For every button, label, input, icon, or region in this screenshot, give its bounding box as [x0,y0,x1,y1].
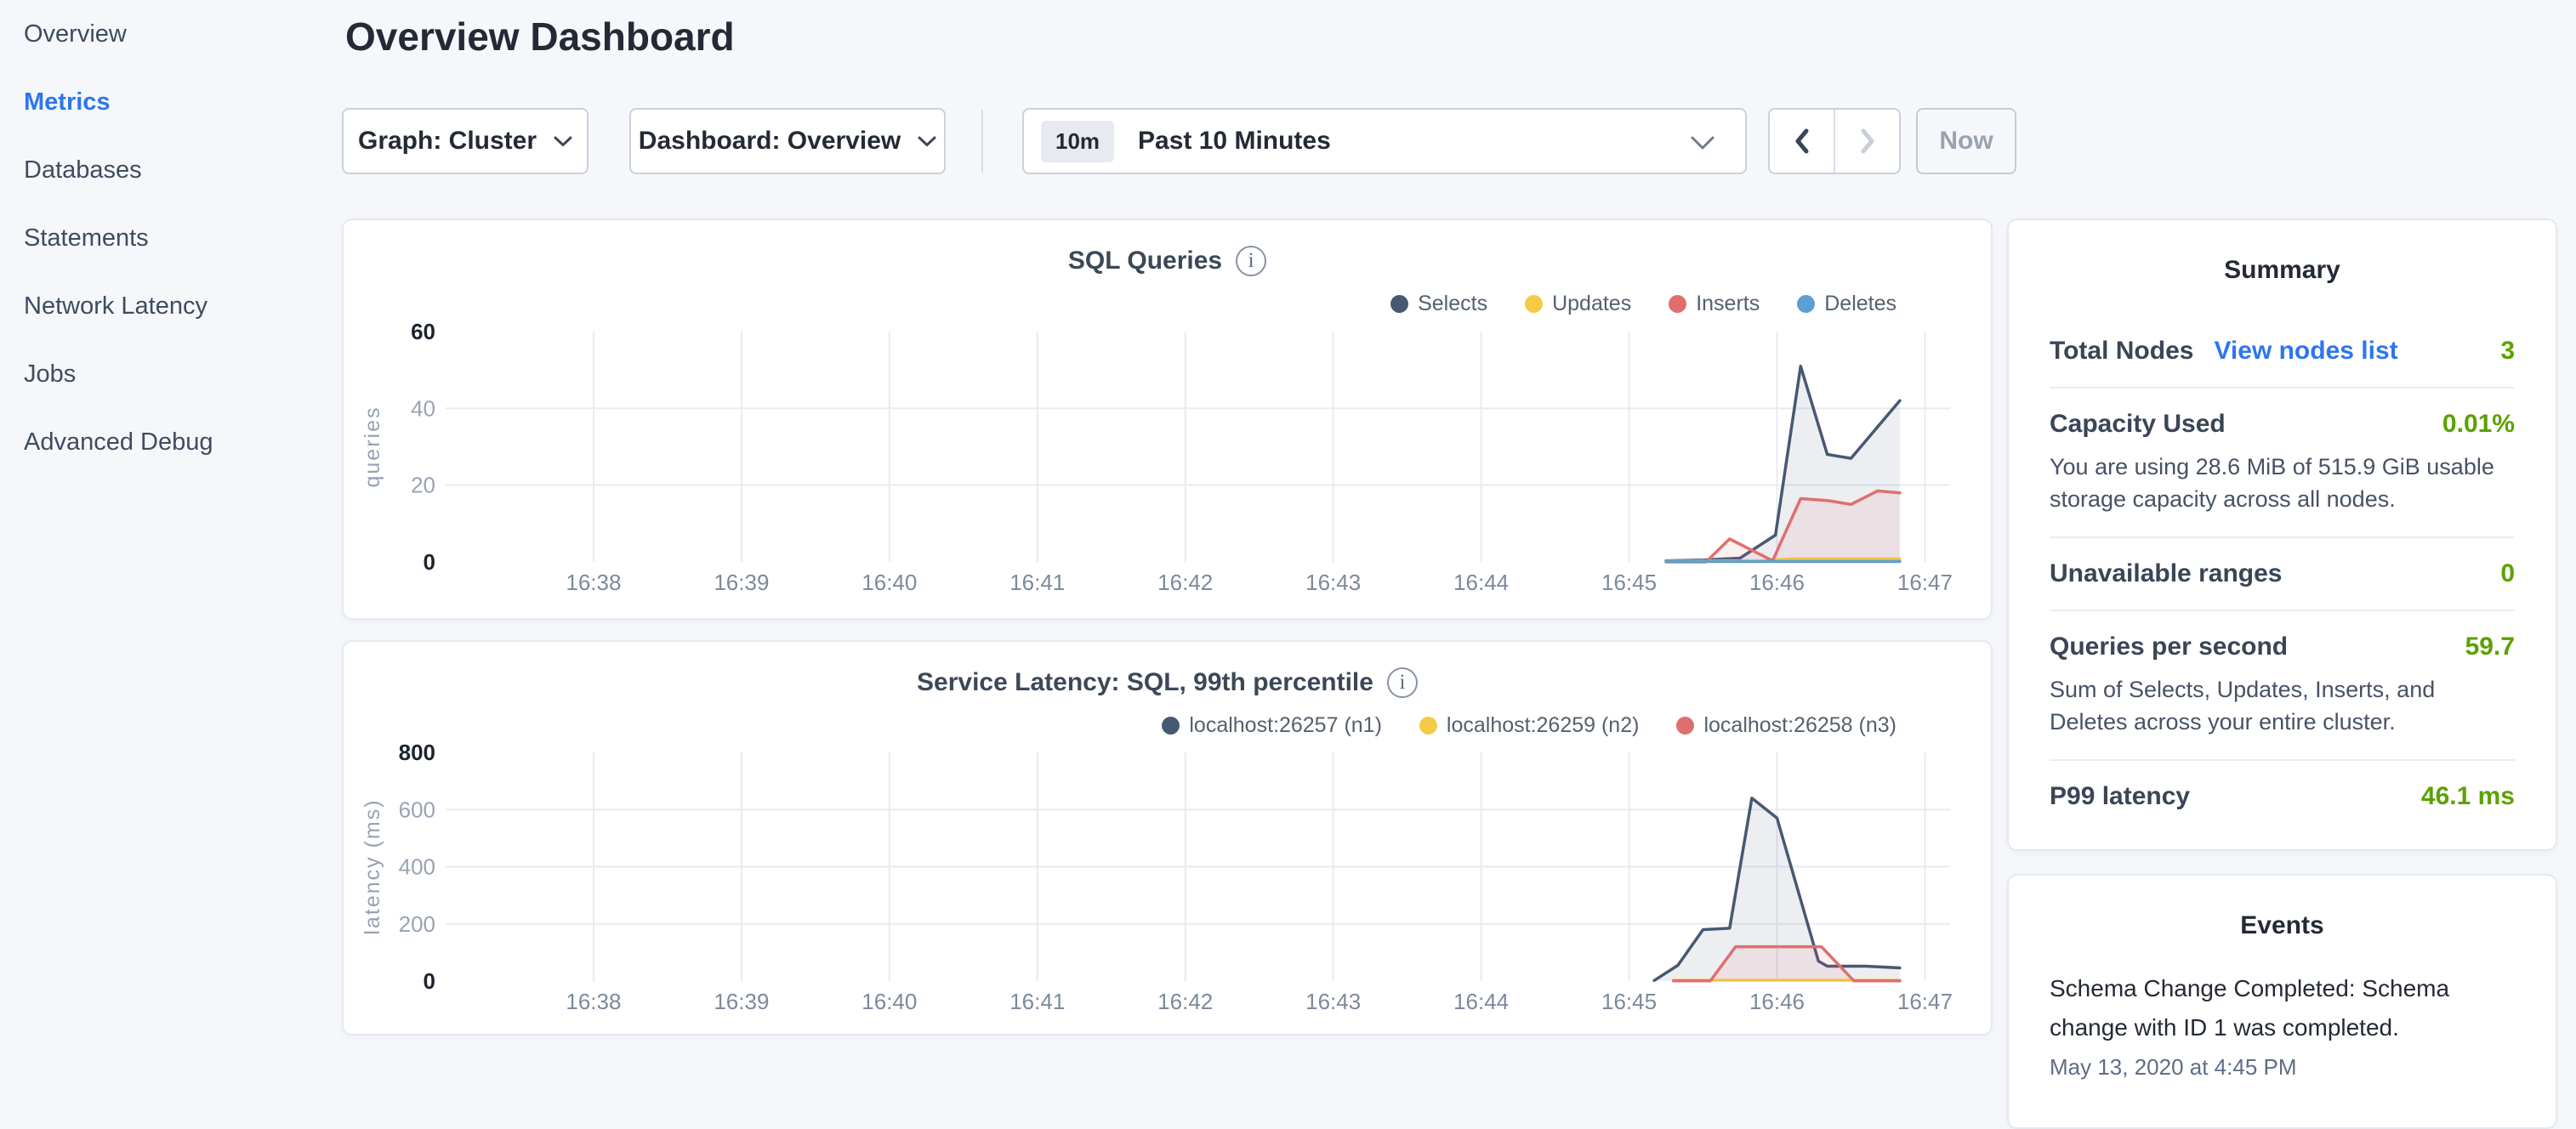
sidebar-item-jobs[interactable]: Jobs [0,340,340,408]
summary-row-p99-latency: P99 latency 46.1 ms [2050,761,2515,832]
svg-text:400: 400 [399,854,435,880]
summary-stat-value: 46.1 ms [2421,782,2515,811]
graph-dropdown-label: Graph: Cluster [358,127,537,156]
summary-stat-label: Total Nodes [2050,337,2193,366]
svg-text:queries: queries [361,406,384,488]
svg-text:20: 20 [411,473,435,498]
summary-row-unavailable-ranges: Unavailable ranges 0 [2050,538,2515,611]
graph-dropdown[interactable]: Graph: Cluster [342,108,589,174]
sidebar-item-metrics[interactable]: Metrics [0,68,340,136]
svg-text:16:38: 16:38 [566,570,621,595]
svg-text:0: 0 [424,549,435,575]
svg-text:16:42: 16:42 [1157,989,1213,1014]
time-range-label: Past 10 Minutes [1138,127,1331,156]
svg-text:16:45: 16:45 [1601,570,1657,595]
main-content: Overview Dashboard Graph: Cluster Dashbo… [342,0,1993,1051]
svg-text:40: 40 [411,395,435,421]
summary-row-total-nodes: Total Nodes View nodes list 3 [2050,315,2515,389]
svg-text:16:38: 16:38 [566,989,621,1014]
summary-stat-label: Unavailable ranges [2050,559,2282,588]
svg-text:16:40: 16:40 [862,570,917,595]
sidebar-item-network-latency[interactable]: Network Latency [0,272,340,340]
event-timestamp: May 13, 2020 at 4:45 PM [2050,1054,2515,1081]
sidebar-nav: OverviewMetricsDatabasesStatementsNetwor… [0,0,340,476]
events-list: Schema Change Completed: Schema change w… [2050,969,2515,1081]
toolbar: Graph: Cluster Dashboard: Overview 10m P… [342,108,1993,176]
events-title: Events [2050,911,2515,940]
summary-stat-value: 59.7 [2465,633,2515,661]
events-panel: Events Schema Change Completed: Schema c… [2007,874,2557,1129]
summary-row-queries-per-second: Queries per second 59.7 Sum of Selects, Up… [2050,611,2515,761]
svg-text:16:46: 16:46 [1749,989,1805,1014]
toolbar-divider [981,110,983,173]
chart-plot-svg: 16:38 16:39 16:40 16:41 16:42 16:43 16:44 16:45… [344,220,1994,621]
sidebar-item-overview[interactable]: Overview [0,0,340,68]
svg-text:16:43: 16:43 [1305,570,1361,595]
next-time-button[interactable] [1835,110,1899,173]
overview-dashboard-page: { "header": { "title": "Overview Dashboa… [0,0,2576,1051]
summary-row-line: Capacity Used 0.01% [2050,410,2515,439]
svg-text:16:40: 16:40 [862,989,917,1014]
summary-stat-value: 0 [2500,559,2515,588]
summary-stat-subtext: You are using 28.6 MiB of 515.9 GiB usab… [2050,451,2515,515]
chevron-down-icon [1691,136,1714,150]
time-range-selector[interactable]: 10m Past 10 Minutes [1022,108,1747,174]
svg-text:800: 800 [399,740,435,765]
svg-text:200: 200 [399,911,435,937]
summary-stat-label: Capacity Used [2050,410,2226,439]
sql-queries-chart-card: SQL Queries i SelectsUpdatesInsertsDelet… [342,218,1993,620]
chevron-right-icon [1857,127,1879,156]
view-nodes-list-link[interactable]: View nodes list [2214,337,2397,366]
summary-panel: Summary Total Nodes View nodes list 3 Capac… [2007,218,2557,851]
svg-text:16:44: 16:44 [1453,989,1509,1014]
svg-text:0: 0 [424,968,435,994]
time-range-badge: 10m [1041,121,1114,162]
summary-stat-subtext: Sum of Selects, Updates, Inserts, and De… [2050,673,2515,738]
chevron-down-icon [554,136,572,147]
service-latency-chart-card: Service Latency: SQL, 99th percentile i … [342,640,1993,1035]
summary-rows: Total Nodes View nodes list 3 Capacity Used… [2050,315,2515,832]
now-button[interactable]: Now [1916,108,2016,174]
svg-text:16:44: 16:44 [1453,570,1509,595]
summary-row-line: Total Nodes View nodes list 3 [2050,337,2515,366]
svg-text:16:47: 16:47 [1897,570,1953,595]
chart-plot-svg: 16:38 16:39 16:40 16:41 16:42 16:43 16:44 16:45… [344,642,1994,1037]
right-panel: Summary Total Nodes View nodes list 3 Capac… [2007,218,2557,1129]
sidebar-list: OverviewMetricsDatabasesStatementsNetwor… [0,0,340,476]
svg-text:600: 600 [399,797,435,822]
summary-row-line: P99 latency 46.1 ms [2050,782,2515,811]
svg-text:16:42: 16:42 [1157,570,1213,595]
chevron-down-icon [918,136,936,147]
time-step-buttons [1768,108,1901,174]
svg-text:60: 60 [411,319,435,344]
summary-title: Summary [2050,256,2515,285]
summary-stat-label: Queries per second [2050,633,2288,661]
dashboard-dropdown[interactable]: Dashboard: Overview [629,108,946,174]
svg-text:16:41: 16:41 [1009,989,1065,1014]
chevron-left-icon [1791,127,1813,156]
event-item[interactable]: Schema Change Completed: Schema change w… [2050,969,2515,1081]
svg-text:16:46: 16:46 [1749,570,1805,595]
page-title: Overview Dashboard [345,14,735,60]
svg-text:16:41: 16:41 [1009,570,1065,595]
summary-row-capacity-used: Capacity Used 0.01% You are using 28.6 MiB… [2050,389,2515,538]
svg-text:16:39: 16:39 [714,989,769,1014]
sidebar-item-advanced-debug[interactable]: Advanced Debug [0,408,340,476]
sidebar-item-databases[interactable]: Databases [0,136,340,204]
event-text: Schema Change Completed: Schema change w… [2050,969,2515,1047]
svg-text:16:43: 16:43 [1305,989,1361,1014]
summary-stat-label: P99 latency [2050,782,2190,811]
dashboard-dropdown-label: Dashboard: Overview [639,127,901,156]
previous-time-button[interactable] [1770,110,1835,173]
svg-text:16:45: 16:45 [1601,989,1657,1014]
summary-row-line: Unavailable ranges 0 [2050,559,2515,588]
svg-text:16:47: 16:47 [1897,989,1953,1014]
summary-stat-value: 3 [2500,337,2515,366]
sidebar-item-statements[interactable]: Statements [0,204,340,272]
summary-stat-value: 0.01% [2442,410,2515,439]
summary-row-line: Queries per second 59.7 [2050,633,2515,661]
svg-text:latency (ms): latency (ms) [361,798,384,934]
svg-text:16:39: 16:39 [714,570,769,595]
